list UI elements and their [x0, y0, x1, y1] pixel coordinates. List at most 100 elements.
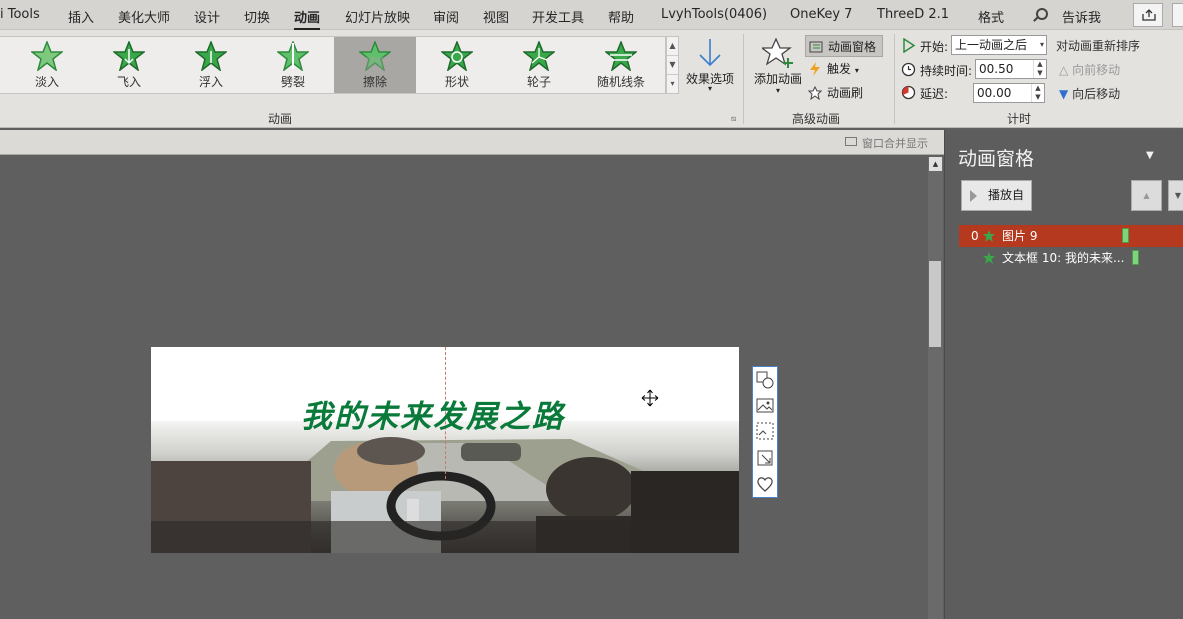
animation-list-item[interactable]: 文本框 10: 我的未来...: [959, 247, 1183, 269]
gallery-up-arrow-icon[interactable]: ▲: [667, 37, 678, 56]
delay-clock-icon: [901, 85, 916, 100]
menu-bar: i Tools 插入 美化大师 设计 切换 动画 幻灯片放映 审阅 视图 开发工…: [0, 0, 1183, 31]
menu-item-lvyhtools[interactable]: LvyhTools(0406): [661, 7, 767, 22]
lightning-icon: [810, 62, 820, 76]
move-later-button[interactable]: ▼ 向后移动: [1059, 85, 1120, 102]
timeline-bar[interactable]: [1122, 228, 1129, 243]
slide-title[interactable]: 我的未来发展之路: [301, 391, 565, 436]
dialog-launcher-icon[interactable]: ⧅: [731, 114, 736, 124]
play-icon: [970, 190, 977, 202]
gallery-item-float-in[interactable]: 浮入: [170, 37, 252, 93]
menu-item-format[interactable]: 格式: [978, 7, 1004, 26]
menu-item-insert[interactable]: 插入: [68, 7, 94, 26]
painter-star-icon: [808, 86, 822, 100]
floating-toolbar: [752, 366, 778, 498]
slide-canvas[interactable]: 我的未来发展之路: [151, 347, 739, 553]
spin-arrows-icon[interactable]: ▲ ▼: [1033, 60, 1046, 78]
menu-item-animations[interactable]: 动画: [294, 7, 321, 31]
menu-item-transitions[interactable]: 切换: [244, 7, 270, 26]
merge-window-bar: 窗口合并显示: [0, 130, 944, 155]
fade-star-icon: [31, 41, 63, 71]
animation-gallery: 淡入 飞入 浮入 劈裂 擦除 形状 轮子 随机线条: [0, 36, 666, 94]
separator: [743, 34, 744, 124]
animation-pane: 动画窗格 ▼ 播放自 ▲ ▼ 0 图片 9 文本框 10: 我的未来...: [944, 130, 1183, 619]
add-animation-button[interactable]: 添加动画 ▾: [750, 36, 806, 100]
chevron-down-icon: ▾: [775, 86, 780, 95]
gallery-item-random-bars[interactable]: 随机线条: [580, 37, 662, 93]
search-icon[interactable]: [1036, 8, 1048, 20]
animation-painter-button[interactable]: 动画刷: [805, 82, 875, 104]
float-in-star-icon: [195, 41, 227, 71]
menu-item-onekey[interactable]: OneKey 7: [790, 7, 852, 22]
gallery-down-arrow-icon[interactable]: ▼: [667, 56, 678, 75]
gallery-item-fade[interactable]: 淡入: [6, 37, 88, 93]
shape-star-icon: [441, 41, 473, 71]
gallery-more-icon[interactable]: ▾: [667, 75, 678, 94]
share-button[interactable]: [1133, 3, 1163, 27]
group-label-timing: 计时: [1007, 112, 1032, 126]
animation-pane-icon: [809, 41, 823, 53]
separator: [894, 34, 895, 124]
trigger-button[interactable]: 触发 ▾: [805, 58, 875, 80]
move-down-button[interactable]: ▼: [1168, 180, 1183, 211]
triangle-down-icon: ▼: [1059, 87, 1069, 101]
menu-item-view[interactable]: 视图: [483, 7, 509, 26]
menu-item-developer[interactable]: 开发工具: [532, 7, 584, 26]
play-from-button[interactable]: 播放自: [961, 180, 1032, 211]
random-bars-star-icon: [605, 41, 637, 71]
scroll-thumb[interactable]: [929, 261, 941, 347]
slide-editor: 窗口合并显示 ▲ 我的未来发展之路: [0, 130, 944, 619]
ribbon: 淡入 飞入 浮入 劈裂 擦除 形状 轮子 随机线条 ▲ ▼ ▾ 效果选项 ▾ 动…: [0, 30, 1183, 128]
gallery-item-wheel[interactable]: 轮子: [498, 37, 580, 93]
split-star-icon: [277, 41, 309, 71]
chevron-down-icon: ▾: [707, 84, 712, 93]
gallery-item-fly-in[interactable]: 飞入: [88, 37, 170, 93]
play-icon: [903, 38, 916, 53]
start-select[interactable]: 上一动画之后 ▾: [951, 35, 1047, 55]
crop-image-icon[interactable]: [756, 422, 774, 440]
gallery-item-wipe[interactable]: 擦除: [334, 37, 416, 93]
spin-arrows-icon[interactable]: ▲ ▼: [1031, 84, 1044, 102]
heart-icon[interactable]: [756, 475, 774, 493]
image-tool-icon[interactable]: [756, 397, 774, 415]
share-icon: [1142, 9, 1156, 21]
menu-item-itools[interactable]: i Tools: [0, 7, 40, 22]
chevron-down-icon: ▾: [854, 66, 859, 75]
menu-item-beautify[interactable]: 美化大师: [118, 7, 170, 26]
gallery-item-split[interactable]: 劈裂: [252, 37, 334, 93]
merge-window-label[interactable]: 窗口合并显示: [862, 135, 928, 151]
move-cursor-icon: [641, 389, 659, 407]
effect-options-button[interactable]: 效果选项 ▾: [682, 36, 738, 98]
delay-stepper[interactable]: 00.00 ▲ ▼: [973, 83, 1045, 103]
menu-item-slideshow[interactable]: 幻灯片放映: [345, 7, 410, 26]
pane-options-icon[interactable]: ▼: [1146, 150, 1154, 161]
animation-pane-button[interactable]: 动画窗格: [805, 35, 883, 57]
menu-item-help[interactable]: 帮助: [608, 7, 634, 26]
move-earlier-button[interactable]: △ 向前移动: [1059, 61, 1120, 78]
timeline-bar[interactable]: [1132, 250, 1139, 265]
tell-me-input[interactable]: 告诉我: [1062, 7, 1101, 26]
scroll-up-icon[interactable]: ▲: [929, 157, 942, 171]
add-star-icon: [762, 38, 793, 68]
down-arrow-icon: [699, 39, 721, 67]
chevron-down-icon: ▾: [1039, 40, 1044, 49]
wipe-star-icon: [359, 41, 391, 71]
vertical-scrollbar[interactable]: ▲: [928, 157, 943, 619]
window-icon: [845, 137, 857, 146]
wheel-star-icon: [523, 41, 555, 71]
account-button[interactable]: [1172, 3, 1183, 27]
reorder-title: 对动画重新排序: [1056, 39, 1141, 53]
gallery-item-shape[interactable]: 形状: [416, 37, 498, 93]
resize-icon[interactable]: [756, 449, 774, 467]
effect-star-icon: [983, 230, 995, 242]
shape-tool-icon[interactable]: [756, 371, 774, 389]
menu-item-design[interactable]: 设计: [194, 7, 220, 26]
menu-item-threed[interactable]: ThreeD 2.1: [877, 7, 949, 22]
clock-icon: [901, 62, 916, 77]
triangle-up-icon: △: [1059, 63, 1069, 77]
animation-list-item[interactable]: 0 图片 9: [959, 225, 1183, 247]
menu-item-review[interactable]: 审阅: [433, 7, 459, 26]
move-up-button[interactable]: ▲: [1131, 180, 1162, 211]
gallery-scroll[interactable]: ▲ ▼ ▾: [666, 36, 679, 94]
duration-stepper[interactable]: 00.50 ▲ ▼: [975, 59, 1047, 79]
